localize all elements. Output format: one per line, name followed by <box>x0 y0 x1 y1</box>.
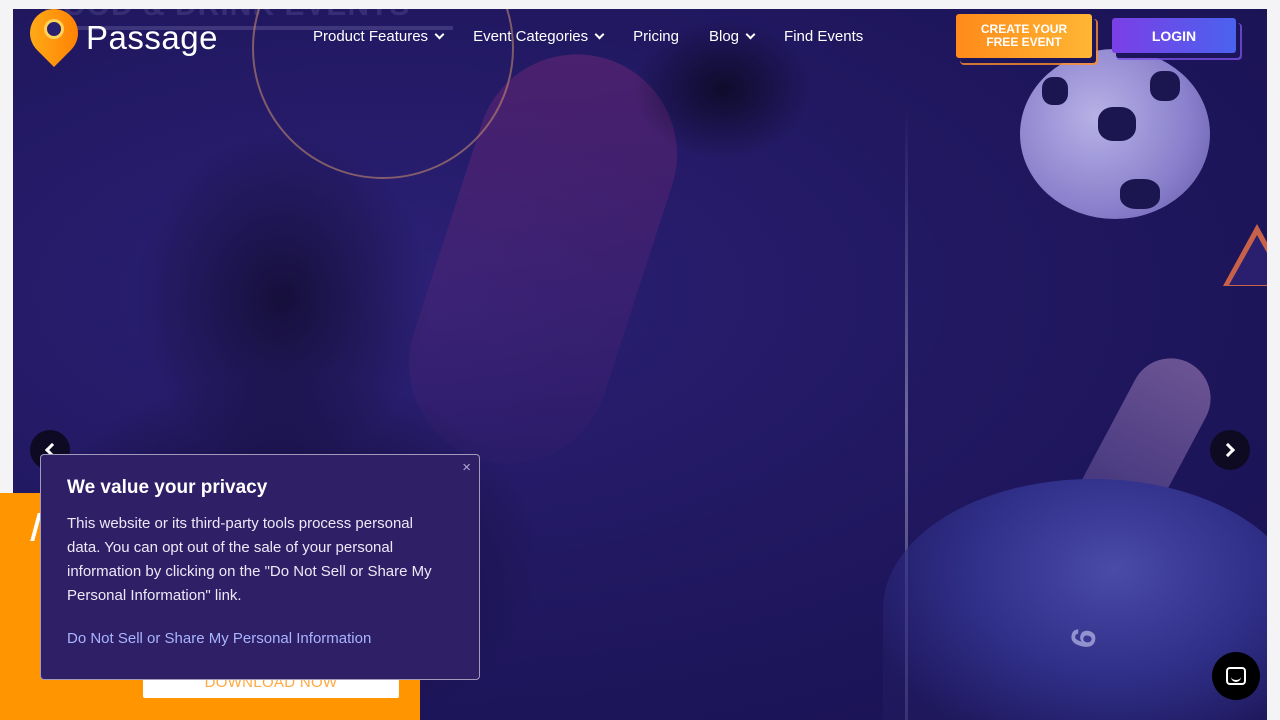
passage-logo[interactable]: Passage <box>20 9 218 67</box>
chevron-right-icon <box>1220 442 1236 458</box>
ball-patch <box>1150 71 1180 101</box>
nav-item-product-features[interactable]: Product Features <box>313 28 445 45</box>
nav-item-label: Event Categories <box>473 28 589 45</box>
chat-launcher-button[interactable] <box>1212 652 1260 700</box>
pin-hole <box>44 19 64 39</box>
ball-patch <box>1120 179 1160 209</box>
ball-patch <box>1042 77 1068 105</box>
main-nav: Product Features Event Categories Pricin… <box>313 28 863 45</box>
privacy-dialog: × We value your privacy This website or … <box>40 454 480 680</box>
nav-item-event-categories[interactable]: Event Categories <box>473 28 605 45</box>
nav-item-label: Find Events <box>784 28 864 45</box>
nav-item-pricing[interactable]: Pricing <box>633 28 679 45</box>
close-icon[interactable]: × <box>462 459 471 476</box>
hero-image-goalkeeper <box>883 479 1267 720</box>
ball-patch <box>1098 107 1136 141</box>
login-button[interactable]: LOGIN <box>1112 18 1236 53</box>
chat-icon <box>1226 667 1246 685</box>
nav-item-label: Blog <box>709 28 740 45</box>
do-not-sell-link[interactable]: Do Not Sell or Share My Personal Informa… <box>67 630 371 647</box>
privacy-title: We value your privacy <box>67 477 268 498</box>
create-free-event-button[interactable]: CREATE YOUR FREE EVENT <box>956 14 1092 58</box>
privacy-body-text: This website or its third-party tools pr… <box>67 515 432 604</box>
brand-name: Passage <box>86 19 218 56</box>
nav-item-label: Pricing <box>633 28 679 45</box>
soccer-ball-image <box>1020 49 1210 219</box>
slider-next-button[interactable] <box>1210 430 1250 470</box>
chevron-down-icon <box>594 29 605 40</box>
nav-item-label: Product Features <box>313 28 429 45</box>
decorative-triangle-inner <box>1229 235 1267 285</box>
nav-item-find-events[interactable]: Find Events <box>784 28 863 45</box>
location-pin-icon <box>20 9 88 67</box>
chevron-down-icon <box>434 29 445 40</box>
nav-item-blog[interactable]: Blog <box>709 28 756 45</box>
create-button-label: CREATE YOUR FREE EVENT <box>980 22 1068 49</box>
chevron-down-icon <box>745 29 756 40</box>
